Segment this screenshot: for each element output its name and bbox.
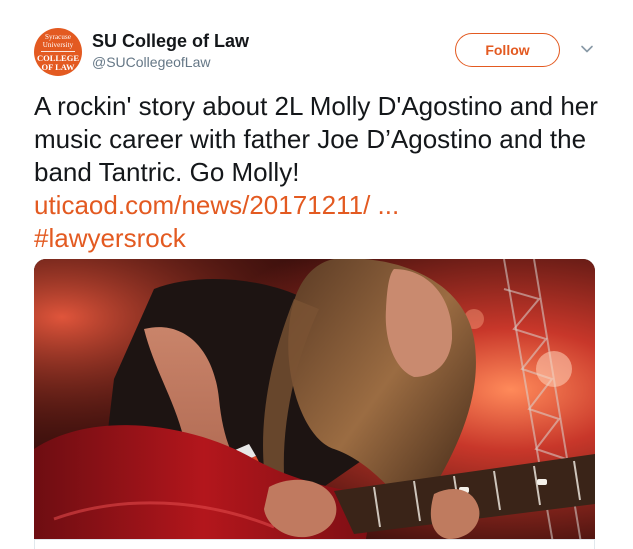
avatar-university-text: Syracuse University [42,33,74,49]
display-name[interactable]: SU College of Law [92,31,249,51]
avatar-college-text: COLLEGE OF LAW [36,53,80,72]
account-handle[interactable]: @SUCollegeofLaw [92,54,211,70]
chevron-down-icon[interactable] [578,40,596,58]
tweet-hashtag[interactable]: #lawyersrock [34,222,186,255]
tweet-card: Syracuse University COLLEGE OF LAW SU Co… [0,0,633,549]
tweet-text: A rockin' story about 2L Molly D'Agostin… [34,90,609,255]
follow-button[interactable]: Follow [455,33,560,67]
avatar-divider [41,51,75,52]
media-card-footer [34,539,595,549]
avatar[interactable]: Syracuse University COLLEGE OF LAW [34,28,82,76]
tweet-media-image[interactable] [34,259,595,549]
tweet-link[interactable]: uticaod.com/news/20171211/ ... [34,189,399,222]
guitarist-photo [34,259,595,549]
tweet-body: A rockin' story about 2L Molly D'Agostin… [34,91,598,187]
